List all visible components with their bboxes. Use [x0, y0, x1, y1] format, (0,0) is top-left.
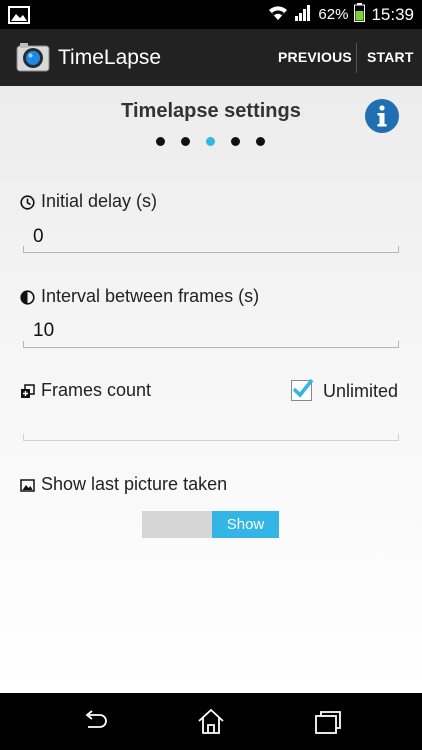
frames-count-label: Frames count [41, 380, 152, 400]
unlimited-label[interactable]: Unlimited [323, 381, 398, 402]
interval-label-row: Interval between frames (s) [20, 286, 259, 307]
initial-delay-input[interactable]: 0 [33, 226, 44, 248]
page-dot [256, 137, 265, 146]
home-icon[interactable] [196, 707, 226, 737]
frames-icon [20, 383, 35, 398]
initial-delay-label: Initial delay (s) [41, 191, 158, 211]
page-dot [231, 137, 240, 146]
start-button[interactable]: START [367, 29, 414, 86]
settings-content: Timelapse settings Initial delay (s) 0 I… [0, 86, 422, 693]
page-dot [156, 137, 165, 146]
battery-icon [354, 3, 366, 26]
initial-delay-label-row: Initial delay (s) [20, 191, 157, 212]
half-circle-icon [20, 289, 35, 305]
back-icon[interactable] [80, 707, 110, 737]
show-last-picture-label-row: Show last picture taken [20, 474, 227, 495]
action-divider [356, 43, 357, 73]
app-title: TimeLapse [58, 46, 162, 69]
picture-icon [20, 477, 35, 492]
unlimited-checkbox[interactable] [291, 378, 314, 401]
recents-icon[interactable] [313, 707, 343, 737]
clock-time: 15:39 [371, 4, 414, 24]
signal-icon [294, 4, 312, 25]
previous-button[interactable]: PREVIOUS [278, 29, 352, 86]
frames-count-label-row: Frames count [20, 380, 151, 401]
interval-input[interactable]: 10 [33, 320, 54, 342]
camera-icon [16, 40, 50, 74]
show-last-picture-label: Show last picture taken [41, 474, 228, 494]
battery-percent: 62% [318, 6, 349, 23]
toggle-thumb: Show [212, 511, 279, 538]
status-bar: 62% 15:39 [0, 0, 422, 29]
interval-underline [23, 341, 399, 348]
info-icon[interactable] [364, 98, 400, 134]
navigation-bar [0, 693, 422, 750]
wifi-icon [268, 5, 288, 25]
clock-icon [20, 194, 35, 210]
initial-delay-underline [23, 246, 399, 253]
interval-label: Interval between frames (s) [41, 286, 260, 306]
frames-count-underline [23, 434, 399, 441]
action-bar: TimeLapse PREVIOUS START [0, 29, 422, 86]
page-title: Timelapse settings [121, 100, 301, 122]
image-icon [8, 6, 30, 29]
show-last-picture-toggle[interactable]: Show [142, 511, 279, 538]
page-dot-active [206, 137, 215, 146]
page-dot [181, 137, 190, 146]
